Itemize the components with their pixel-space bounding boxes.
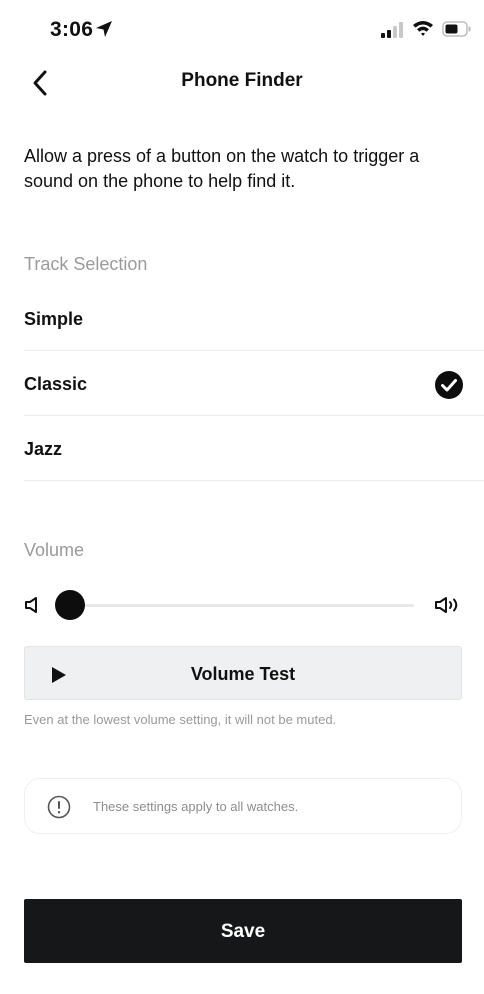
location-arrow-icon	[96, 21, 112, 37]
track-selection-label: Track Selection	[24, 254, 148, 274]
track-name: Classic	[24, 374, 88, 394]
signal-icon	[381, 22, 403, 38]
notice-text: These settings apply to all watches.	[93, 799, 299, 814]
wifi-icon	[413, 21, 433, 36]
checkmark-circle-icon	[435, 371, 463, 399]
track-item-simple[interactable]: Simple	[24, 286, 484, 351]
save-label: Save	[220, 921, 266, 942]
track-list: Simple Classic Jazz	[24, 286, 484, 481]
volume-slider[interactable]	[55, 590, 414, 620]
status-time: 3:06	[50, 18, 94, 41]
track-name: Jazz	[24, 439, 63, 459]
page-title: Phone Finder	[181, 70, 303, 91]
info-icon	[47, 795, 71, 819]
battery-icon	[442, 21, 471, 37]
volume-label: Volume	[24, 540, 85, 560]
track-item-classic[interactable]: Classic	[24, 351, 484, 416]
track-name: Simple	[24, 309, 84, 329]
volume-low-icon	[25, 597, 37, 613]
settings-notice: These settings apply to all watches.	[24, 778, 462, 834]
description-text: Allow a press of a button on the watch t…	[24, 146, 420, 191]
status-bar: 3:06	[0, 0, 484, 54]
volume-high-icon	[435, 597, 458, 613]
save-button[interactable]: Save	[24, 899, 462, 963]
volume-hint: Even at the lowest volume setting, it wi…	[24, 712, 337, 727]
volume-test-label: Volume Test	[190, 664, 296, 684]
volume-slider-thumb[interactable]	[55, 590, 85, 620]
volume-test-button[interactable]: Volume Test	[24, 646, 462, 700]
track-item-jazz[interactable]: Jazz	[24, 416, 484, 481]
